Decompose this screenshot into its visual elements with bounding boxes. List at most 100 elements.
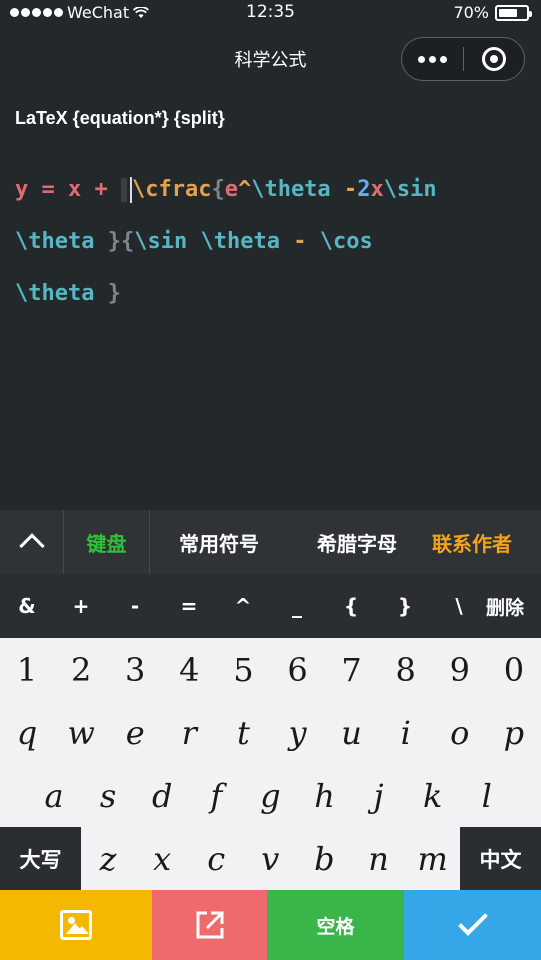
editor-line: \theta }{\sin \theta - \cos — [15, 216, 530, 268]
letter-row-3: 大写 zxcvbnm 中文 — [0, 827, 541, 890]
key-n[interactable]: n — [351, 827, 405, 890]
key-4[interactable]: 4 — [162, 638, 216, 701]
caps-button[interactable]: 大写 — [0, 827, 81, 890]
symbol-key[interactable]: = — [162, 594, 216, 618]
latex-token: }{ — [94, 229, 135, 254]
key-y[interactable]: y — [270, 701, 324, 764]
latex-token: - — [279, 229, 320, 254]
formula-editor[interactable]: y = x + \cfrac{e^\theta -2x\sin \theta }{… — [15, 164, 530, 320]
image-button[interactable] — [0, 890, 152, 960]
key-c[interactable]: c — [189, 827, 243, 890]
key-a[interactable]: a — [27, 764, 81, 827]
latex-token: \theta — [251, 177, 331, 202]
target-icon — [481, 47, 506, 71]
symbol-row: & + - = ^ _ { } \ 删除 — [0, 574, 541, 638]
key-8[interactable]: 8 — [379, 638, 433, 701]
key-x[interactable]: x — [135, 827, 189, 890]
key-k[interactable]: k — [406, 764, 460, 827]
image-icon — [60, 910, 92, 940]
collapse-button[interactable] — [0, 510, 64, 574]
key-q[interactable]: q — [0, 701, 54, 764]
tab-common-symbols[interactable]: 常用符号 — [150, 510, 288, 574]
battery-group: 70% — [453, 3, 532, 22]
editor-line: \theta } — [15, 268, 530, 320]
more-dots-icon — [417, 55, 447, 63]
battery-percent: 70% — [453, 3, 489, 22]
symbol-key[interactable]: ^ — [216, 594, 270, 618]
key-t[interactable]: t — [216, 701, 270, 764]
latex-token: \cfrac — [131, 177, 212, 202]
symbol-key[interactable]: } — [378, 594, 432, 618]
key-e[interactable]: e — [108, 701, 162, 764]
delete-button[interactable]: 删除 — [486, 593, 541, 620]
chinese-button[interactable]: 中文 — [460, 827, 541, 890]
symbol-key[interactable]: { — [324, 594, 378, 618]
symbol-key[interactable]: \ — [432, 594, 486, 618]
key-h[interactable]: h — [297, 764, 351, 827]
latex-mode-label: LaTeX {equation*} {split} — [15, 108, 225, 128]
key-u[interactable]: u — [325, 701, 379, 764]
tab-contact-author[interactable]: 联系作者 — [426, 510, 541, 574]
close-program-button[interactable] — [464, 38, 525, 80]
symbol-key[interactable]: & — [0, 594, 54, 618]
share-icon — [196, 911, 223, 939]
tab-keyboard[interactable]: 键盘 — [64, 510, 150, 574]
mini-program-capsule — [401, 37, 525, 81]
formula-keyboard: 1234567890 qwertyuiop asdfghjkl 大写 zxcvb… — [0, 638, 541, 890]
key-3[interactable]: 3 — [108, 638, 162, 701]
key-p[interactable]: p — [487, 701, 541, 764]
latex-token: e — [224, 177, 238, 202]
battery-icon — [495, 4, 532, 21]
key-z[interactable]: z — [81, 827, 135, 890]
letter-keys: zxcvbnm — [81, 827, 460, 890]
symbol-key[interactable]: _ — [270, 594, 324, 618]
symbol-key[interactable]: - — [108, 594, 162, 618]
key-6[interactable]: 6 — [270, 638, 324, 701]
key-i[interactable]: i — [379, 701, 433, 764]
key-s[interactable]: s — [81, 764, 135, 827]
key-2[interactable]: 2 — [54, 638, 108, 701]
latex-token — [187, 229, 200, 254]
key-j[interactable]: j — [352, 764, 406, 827]
letter-row-1: qwertyuiop — [0, 701, 541, 764]
latex-token: { — [211, 177, 225, 202]
status-bar: WeChat 12:35 70% — [0, 0, 541, 26]
key-l[interactable]: l — [460, 764, 514, 827]
latex-token: ^ — [237, 177, 252, 202]
latex-token: \sin — [134, 229, 188, 254]
share-button[interactable] — [152, 890, 267, 960]
tab-greek-letters[interactable]: 希腊字母 — [288, 510, 426, 574]
key-o[interactable]: o — [433, 701, 487, 764]
latex-token: \theta — [15, 229, 95, 254]
key-m[interactable]: m — [406, 827, 460, 890]
key-g[interactable]: g — [243, 764, 297, 827]
key-9[interactable]: 9 — [433, 638, 487, 701]
key-1[interactable]: 1 — [0, 638, 54, 701]
key-v[interactable]: v — [243, 827, 297, 890]
key-d[interactable]: d — [135, 764, 189, 827]
editor-line: y = x + \cfrac{e^\theta -2x\sin — [15, 164, 530, 216]
key-f[interactable]: f — [189, 764, 243, 827]
latex-token: \theta — [15, 281, 95, 306]
chevron-up-icon — [18, 533, 45, 559]
space-button[interactable]: 空格 — [267, 890, 404, 960]
check-icon — [457, 906, 488, 936]
confirm-button[interactable] — [404, 890, 541, 960]
key-5[interactable]: 5 — [216, 638, 270, 701]
action-bar: 空格 — [0, 890, 541, 960]
key-r[interactable]: r — [162, 701, 216, 764]
tab-bar: 键盘 常用符号 希腊字母 联系作者 — [0, 510, 541, 574]
latex-token: y = x + — [15, 177, 121, 202]
key-w[interactable]: w — [54, 701, 108, 764]
latex-token: \sin — [383, 177, 437, 202]
key-b[interactable]: b — [297, 827, 351, 890]
key-0[interactable]: 0 — [487, 638, 541, 701]
nav-bar: 科学公式 — [0, 26, 541, 94]
latex-token: 2 — [357, 177, 371, 202]
latex-token: x — [370, 177, 384, 202]
letter-row-2: asdfghjkl — [0, 764, 541, 827]
text-cursor — [120, 178, 127, 202]
more-button[interactable] — [402, 38, 463, 80]
key-7[interactable]: 7 — [325, 638, 379, 701]
symbol-key[interactable]: + — [54, 594, 108, 618]
